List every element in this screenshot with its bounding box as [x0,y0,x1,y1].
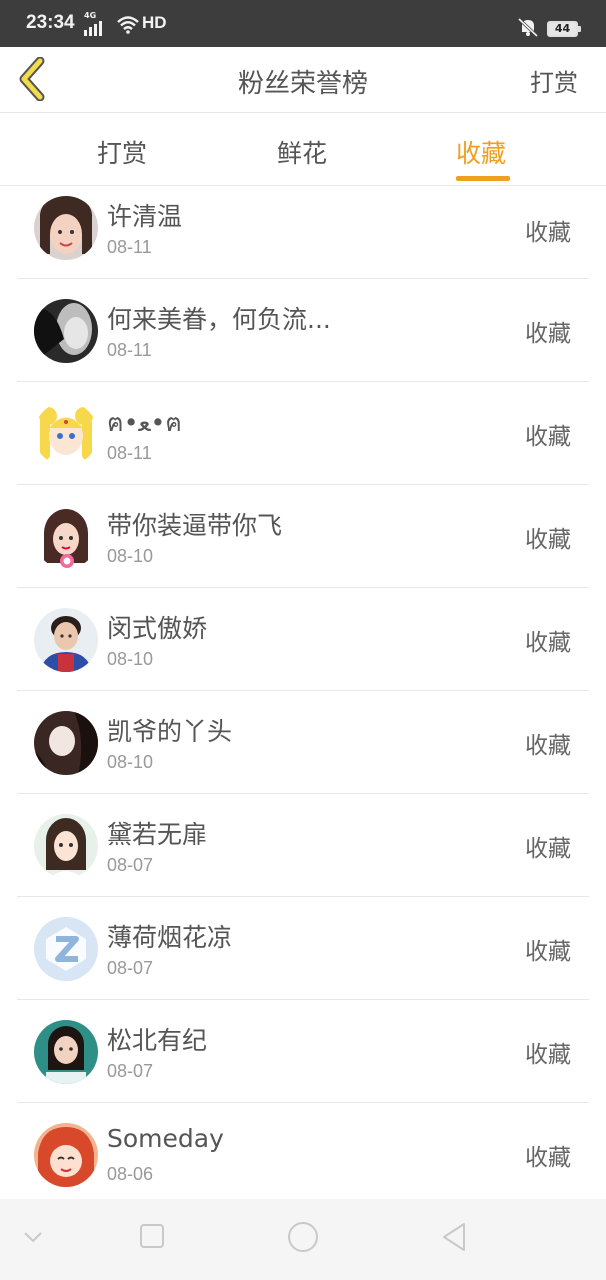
battery-icon: 44 [547,21,581,37]
fan-date: 08-07 [107,958,154,978]
fan-name: 许清温 [107,202,183,231]
list-item[interactable]: 带你装逼带你飞 08-10 收藏 [17,485,589,588]
active-tab-indicator [456,176,510,181]
avatar [34,196,98,260]
avatar [34,1123,98,1187]
triangle-back-icon[interactable] [440,1221,468,1257]
signal-icon [84,17,104,36]
tab-favorites[interactable]: 收藏 [456,134,506,170]
avatar [34,505,98,569]
fan-name: 凯爷的丫头 [107,717,233,746]
fan-name: 松北有纪 [107,1026,208,1055]
tab-bar: 打赏 鲜花 收藏 [0,114,606,186]
fan-date: 08-11 [107,340,152,360]
fan-name: 何来美眷，何负流... [107,305,331,334]
fan-date: 08-10 [107,752,154,772]
reward-button[interactable]: 打赏 [530,63,578,98]
fan-name: 薄荷烟花凉 [107,923,233,952]
fan-name: 带你装逼带你飞 [107,511,283,540]
list-item[interactable]: 薄荷烟花凉 08-07 收藏 [17,897,589,1000]
list-item[interactable]: 何来美眷，何负流... 08-11 收藏 [17,279,589,382]
avatar [34,711,98,775]
fan-action: 收藏 [525,939,571,965]
list-item[interactable]: 闵式傲娇 08-10 收藏 [17,588,589,691]
fan-date: 08-06 [107,1164,154,1184]
fan-name: Someday [107,1124,224,1153]
avatar [34,1020,98,1084]
fan-action: 收藏 [525,527,571,553]
fan-date: 08-10 [107,649,154,669]
fan-date: 08-07 [107,855,154,875]
fan-action: 收藏 [525,630,571,656]
fan-list: 许清温 08-11 收藏 何来美眷，何负流... 08-11 收藏 ฅ•ﻌ•ฅ … [0,186,606,1206]
tab-flowers[interactable]: 鲜花 [277,134,327,170]
mute-icon [516,17,540,41]
wifi-label: HD [142,13,167,32]
fan-action: 收藏 [525,220,571,246]
fan-name: ฅ•ﻌ•ฅ [107,408,183,437]
circle-icon[interactable] [287,1221,319,1257]
avatar [34,608,98,672]
fan-date: 08-10 [107,546,154,566]
list-item[interactable]: 黛若无扉 08-07 收藏 [17,794,589,897]
fan-action: 收藏 [525,424,571,450]
fan-name: 黛若无扉 [107,820,208,849]
fan-action: 收藏 [525,1042,571,1068]
avatar [34,299,98,363]
fan-date: 08-07 [107,1061,154,1081]
fan-action: 收藏 [525,321,571,347]
wifi-icon [116,16,140,38]
status-bar: 23:34 4G HD 44 [0,0,606,47]
system-navigation-bar [0,1199,606,1280]
fan-action: 收藏 [525,733,571,759]
fan-date: 08-11 [107,237,152,257]
list-item[interactable]: Someday 08-06 收藏 [17,1103,589,1206]
fan-action: 收藏 [525,836,571,862]
square-icon[interactable] [139,1223,165,1253]
list-item[interactable]: 松北有纪 08-07 收藏 [17,1000,589,1103]
fan-name: 闵式傲娇 [107,614,208,643]
chevron-down-icon[interactable] [22,1229,44,1248]
avatar [34,917,98,981]
avatar [34,402,98,466]
list-item[interactable]: 许清温 08-11 收藏 [17,186,589,279]
avatar [34,814,98,878]
status-time: 23:34 [26,12,75,33]
fan-action: 收藏 [525,1145,571,1171]
page-title: 粉丝荣誉榜 [237,69,368,99]
list-item[interactable]: ฅ•ﻌ•ฅ 08-11 收藏 [17,382,589,485]
fan-date: 08-11 [107,443,152,463]
tab-reward[interactable]: 打赏 [97,134,147,170]
header: 粉丝荣誉榜 打赏 [0,47,606,113]
list-item[interactable]: 凯爷的丫头 08-10 收藏 [17,691,589,794]
